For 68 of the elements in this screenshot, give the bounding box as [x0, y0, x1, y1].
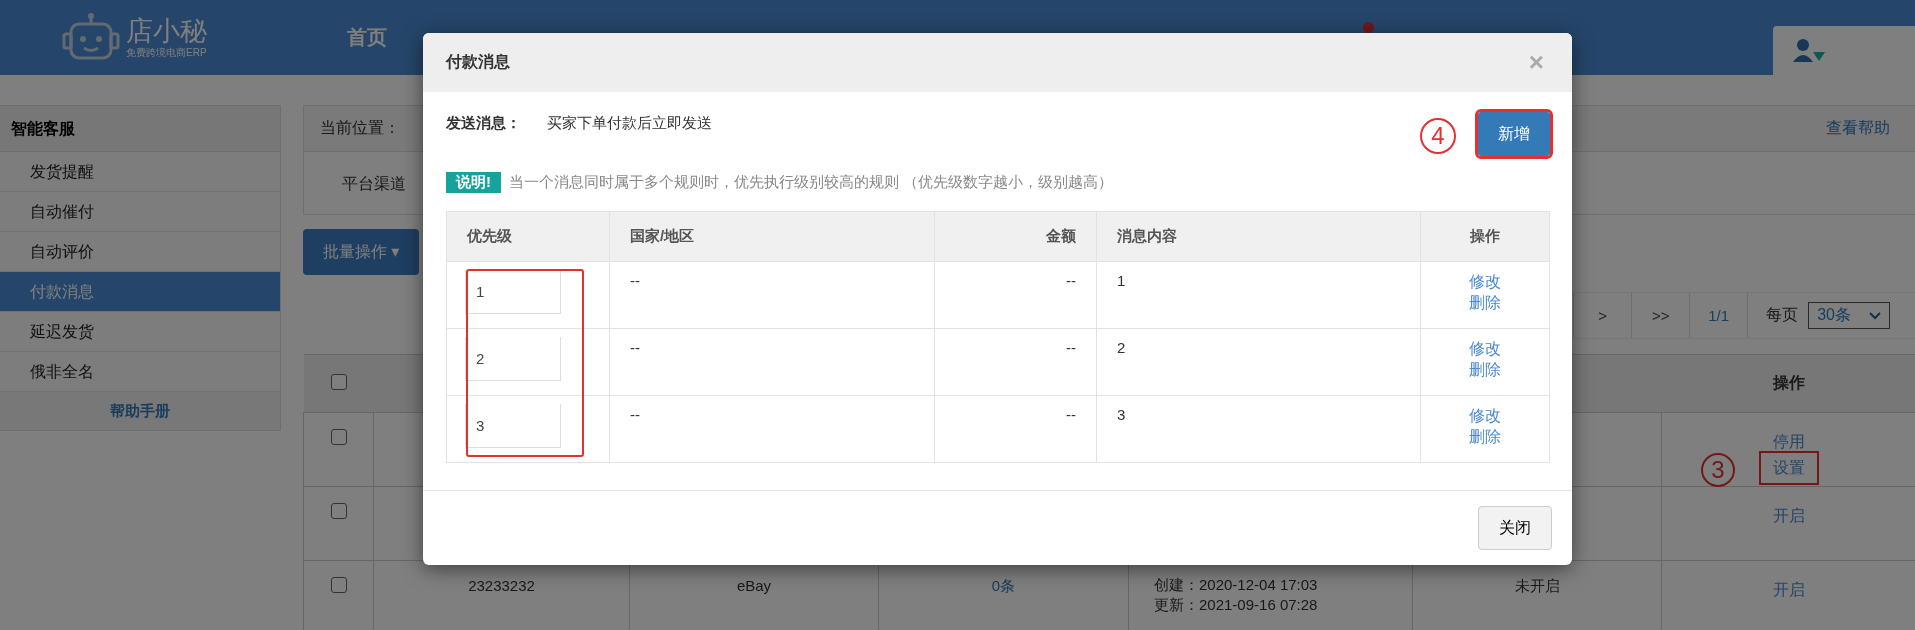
action-link[interactable]: 删除: [1469, 360, 1501, 381]
note-badge: 说明!: [446, 172, 501, 193]
priority-input[interactable]: 1: [465, 270, 561, 314]
priority-input[interactable]: 3: [465, 404, 561, 448]
checkbox[interactable]: [330, 429, 347, 445]
user-icon: [1793, 37, 1827, 64]
help-link[interactable]: 查看帮助: [1826, 118, 1890, 139]
table-cell[interactable]: 0条: [991, 577, 1016, 594]
help-manual-link[interactable]: 帮助手册: [0, 392, 280, 430]
sidebar-item[interactable]: 延迟发货: [0, 312, 280, 352]
breadcrumb-label: 当前位置：: [320, 118, 400, 138]
action-link[interactable]: 停用: [1772, 429, 1805, 455]
table-cell: 2: [1117, 339, 1126, 356]
table-cell: eBay: [736, 577, 772, 594]
column-header: 金额: [1046, 227, 1076, 244]
action-link[interactable]: 开启: [1772, 503, 1805, 529]
table-cell: --: [630, 339, 640, 356]
checkbox[interactable]: [330, 374, 347, 390]
action-link[interactable]: 修改: [1469, 272, 1501, 293]
chevron-icon: [1869, 311, 1881, 320]
user-tab[interactable]: [1773, 26, 1915, 75]
logo-subtitle: 免费跨境电商ERP: [126, 45, 207, 60]
pagination-button[interactable]: 1/1: [1689, 293, 1749, 338]
sidebar-heading: 智能客服: [0, 106, 280, 152]
table-cell: 未开启: [1514, 577, 1560, 594]
column-header: 操作: [1661, 354, 1915, 413]
table-cell: --: [1066, 339, 1076, 356]
per-page-select[interactable]: 30条: [1808, 302, 1890, 329]
column-header: 优先级: [467, 227, 512, 244]
per-page-label: 每页: [1766, 305, 1799, 325]
table-cell: 创建：2020-12-04 17:03: [1154, 576, 1318, 593]
filter-label: 平台渠道: [342, 175, 406, 192]
close-dialog-button[interactable]: 关闭: [1478, 506, 1552, 550]
column-header: 消息内容: [1117, 227, 1177, 244]
pagination-button[interactable]: >>: [1631, 293, 1690, 338]
step-marker: 4: [1420, 118, 1456, 154]
table-cell: --: [630, 272, 640, 289]
note-text: 当一个消息同时属于多个规则时，优先执行级别较高的规则 （优先级数字越小，级别越高）: [509, 173, 1114, 192]
table-cell: --: [630, 406, 640, 423]
action-link[interactable]: 修改: [1469, 406, 1501, 427]
pagination-button[interactable]: >: [1573, 293, 1632, 338]
sidebar-item[interactable]: 自动催付: [0, 192, 280, 232]
send-label: 发送消息：: [446, 114, 521, 133]
checkbox[interactable]: [330, 503, 347, 519]
priority-input[interactable]: 2: [465, 337, 561, 381]
logo-text: 店小秘: [126, 15, 207, 46]
action-link[interactable]: 开启: [1772, 577, 1805, 603]
action-link[interactable]: 修改: [1469, 339, 1501, 360]
add-button[interactable]: 新增: [1478, 112, 1550, 156]
send-value: 买家下单付款后立即发送: [547, 114, 712, 133]
column-header: 操作: [1470, 227, 1500, 244]
column-header: 国家/地区: [630, 227, 695, 244]
step-marker: 3: [1701, 453, 1735, 487]
table-cell: --: [1066, 406, 1076, 423]
action-link[interactable]: 删除: [1469, 293, 1501, 314]
table-cell: 23233232: [468, 577, 535, 594]
close-button[interactable]: ×: [1522, 46, 1550, 79]
dialog-title: 付款消息: [446, 52, 510, 72]
table-cell: 3: [1117, 406, 1126, 423]
table-cell: 1: [1117, 272, 1126, 289]
checkbox[interactable]: [330, 577, 347, 593]
sidebar-item[interactable]: 付款消息: [0, 272, 280, 312]
table-cell: 更新：2021-09-16 07:28: [1154, 596, 1318, 613]
sidebar-item[interactable]: 发货提醒: [0, 152, 280, 192]
nav-link[interactable]: 首页: [347, 24, 387, 51]
action-link[interactable]: 删除: [1469, 427, 1501, 448]
table-cell: --: [1066, 272, 1076, 289]
batch-operation-button[interactable]: 批量操作 ▾: [303, 229, 419, 275]
